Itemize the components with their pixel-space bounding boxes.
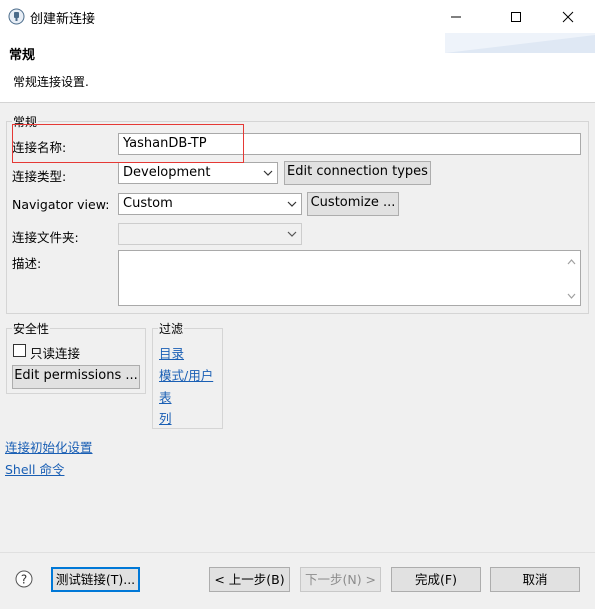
minimize-button[interactable] <box>433 0 479 33</box>
filter-link-columns[interactable]: 列 <box>159 408 172 427</box>
navigator-view-label: Navigator view: <box>12 197 110 212</box>
connection-type-label: 连接类型: <box>12 169 67 184</box>
filter-link-schemas[interactable]: 模式/用户 <box>159 365 213 384</box>
connection-type-select[interactable]: Development <box>118 162 278 184</box>
close-button[interactable] <box>545 0 591 33</box>
edit-connection-types-button[interactable]: Edit connection types <box>284 161 431 185</box>
window-title: 创建新连接 <box>30 12 96 27</box>
readonly-checkbox[interactable] <box>13 344 26 357</box>
scroll-arrows-icon <box>567 259 576 299</box>
help-icon[interactable]: ? <box>15 570 33 588</box>
filter-group-label: 过滤 <box>158 320 185 337</box>
description-scrollbar[interactable] <box>563 251 580 305</box>
svg-text:?: ? <box>21 573 27 587</box>
page-title: 常规 <box>9 48 36 63</box>
footer-divider <box>0 552 595 553</box>
chevron-down-icon <box>263 170 273 176</box>
cancel-button[interactable]: 取消 <box>490 567 580 592</box>
navigator-view-select[interactable]: Custom <box>118 193 302 215</box>
highlight-annotation-box <box>12 124 244 163</box>
minimize-icon <box>451 16 461 17</box>
header-decoration <box>445 33 595 53</box>
maximize-button[interactable] <box>493 0 539 33</box>
next-button[interactable]: 下一步(N) > <box>300 567 381 592</box>
maximize-icon <box>511 11 521 22</box>
finish-button[interactable]: 完成(F) <box>391 567 481 592</box>
chevron-down-icon <box>287 201 297 207</box>
connection-type-value: Development <box>123 165 211 180</box>
close-icon <box>562 11 574 22</box>
init-settings-link[interactable]: 连接初始化设置 <box>5 437 93 456</box>
page-description: 常规连接设置. <box>13 75 89 89</box>
shell-commands-link[interactable]: Shell 命令 <box>5 459 64 478</box>
filter-link-catalogs[interactable]: 目录 <box>159 343 184 362</box>
navigator-view-value: Custom <box>123 196 173 211</box>
connection-folder-label: 连接文件夹: <box>12 230 79 245</box>
back-button[interactable]: < 上一步(B) <box>209 567 290 592</box>
filter-link-tables[interactable]: 表 <box>159 387 172 406</box>
edit-permissions-button[interactable]: Edit permissions ... <box>12 365 140 389</box>
test-connection-button[interactable]: 测试链接(T)... <box>51 567 140 592</box>
wizard-header: 常规 常规连接设置. <box>0 33 595 103</box>
chevron-down-icon <box>287 231 297 237</box>
description-label: 描述: <box>12 256 42 271</box>
description-textarea[interactable] <box>118 250 581 306</box>
connection-folder-select[interactable] <box>118 223 302 245</box>
readonly-label: 只读连接 <box>30 346 81 361</box>
customize-button[interactable]: Customize ... <box>307 192 399 216</box>
security-group-label: 安全性 <box>12 320 51 337</box>
database-plug-icon <box>8 8 25 25</box>
title-bar: 创建新连接 <box>0 0 595 33</box>
